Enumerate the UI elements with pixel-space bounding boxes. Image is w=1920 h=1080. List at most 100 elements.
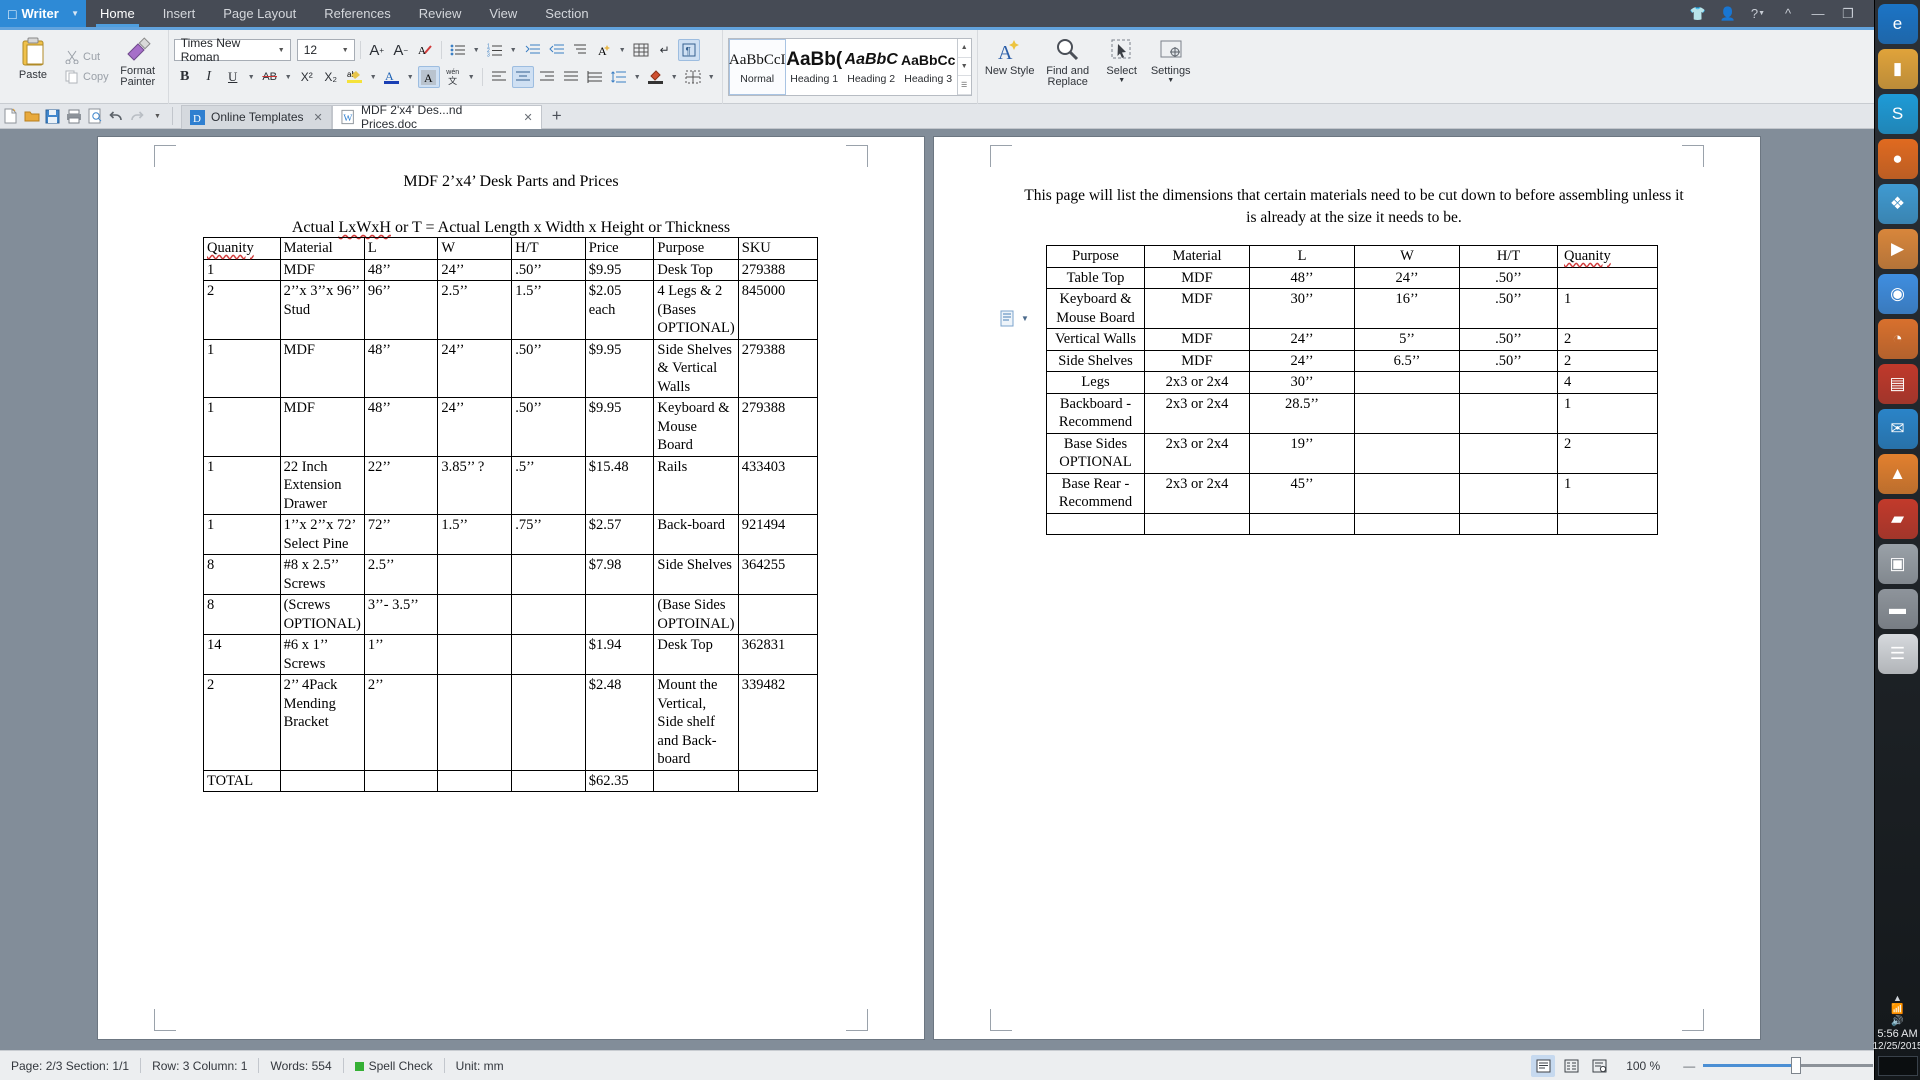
- tab-home[interactable]: Home: [86, 0, 149, 27]
- table-cell[interactable]: 1: [203, 514, 281, 555]
- parts-and-prices-table[interactable]: Quanity Material L W H/T Price Purpose SKU 1 MDF 4…: [203, 237, 819, 792]
- word-count[interactable]: Words: 554: [259, 1059, 342, 1073]
- table-cell[interactable]: 2’’x 3’’x 96’’ Stud: [279, 280, 365, 340]
- zoom-slider[interactable]: — +: [1683, 1057, 1890, 1074]
- table-cell[interactable]: [584, 594, 655, 635]
- cut-button[interactable]: Cut: [61, 47, 113, 67]
- chevron-down-icon[interactable]: ▼: [1021, 314, 1029, 323]
- table-cell[interactable]: [737, 769, 819, 792]
- table-cell[interactable]: 48’’: [363, 338, 439, 398]
- table-cell[interactable]: 24’’: [437, 397, 513, 457]
- chevron-down-icon[interactable]: ▼: [617, 39, 628, 61]
- print-icon[interactable]: [63, 105, 84, 127]
- cursor-position[interactable]: Row: 3 Column: 1: [141, 1059, 258, 1073]
- table-cell[interactable]: 28.5’’: [1249, 392, 1355, 434]
- style-heading-2[interactable]: AaBbC Heading 2: [843, 39, 900, 95]
- table-cell[interactable]: 1: [203, 455, 281, 515]
- table-cell[interactable]: 2: [203, 280, 281, 340]
- table-cell[interactable]: MDF: [279, 338, 365, 398]
- highlight-color-button[interactable]: ab: [344, 66, 366, 88]
- edge-icon[interactable]: e: [1877, 4, 1918, 44]
- table-cell[interactable]: 6.5’’: [1354, 349, 1460, 372]
- table-cell[interactable]: Base Sides OPTIONAL: [1046, 432, 1145, 474]
- table-cell[interactable]: [1459, 472, 1558, 514]
- mail-icon[interactable]: ✉: [1877, 409, 1918, 449]
- increase-indent-icon[interactable]: [545, 39, 567, 61]
- table-cell[interactable]: MDF: [1144, 266, 1250, 289]
- table-cell[interactable]: $9.95: [584, 397, 655, 457]
- table-cell[interactable]: .75’’: [511, 514, 586, 555]
- new-tab-button[interactable]: +: [542, 106, 572, 126]
- print-layout-icon[interactable]: [1531, 1054, 1556, 1077]
- table-cell[interactable]: 48’’: [363, 397, 439, 457]
- table-cell[interactable]: 921494: [737, 514, 819, 555]
- table-cell[interactable]: [1557, 512, 1658, 535]
- table-cell[interactable]: .50’’: [511, 258, 586, 281]
- table-cell[interactable]: [511, 769, 586, 792]
- network-icon[interactable]: 📶: [1891, 1004, 1903, 1015]
- table-cell[interactable]: .50’’: [1459, 328, 1558, 351]
- table-cell[interactable]: 1: [1557, 392, 1658, 434]
- table-cell[interactable]: [1459, 512, 1558, 535]
- table-cell[interactable]: 4: [1557, 371, 1658, 394]
- distribute-icon[interactable]: [584, 66, 606, 88]
- new-style-button[interactable]: A New Style: [983, 33, 1037, 99]
- zoom-thumb[interactable]: [1791, 1057, 1802, 1074]
- table-cell[interactable]: [437, 634, 513, 675]
- settings-button[interactable]: Settings ▼: [1145, 33, 1197, 99]
- table-cell[interactable]: [437, 554, 513, 595]
- table-cell[interactable]: 339482: [737, 674, 819, 771]
- table-cell[interactable]: [437, 769, 513, 792]
- table-cell[interactable]: (Base Sides OPTOINAL): [653, 594, 739, 635]
- store-icon[interactable]: ▤: [1877, 364, 1918, 404]
- table-cell[interactable]: 1: [203, 258, 281, 281]
- document-canvas[interactable]: MDF 2’x4’ Desk Parts and Prices Actual L…: [0, 129, 1898, 1050]
- borders-icon[interactable]: [682, 66, 704, 88]
- print-preview-icon[interactable]: [84, 105, 105, 127]
- outline-icon[interactable]: [1559, 1055, 1583, 1077]
- web-layout-icon[interactable]: [1587, 1055, 1611, 1077]
- tab-view[interactable]: View: [475, 0, 531, 27]
- ubuntu-icon[interactable]: ◔: [1877, 319, 1918, 359]
- phonetic-guide-button[interactable]: wén 文: [442, 66, 464, 88]
- doc-tab-online-templates[interactable]: D Online Templates ✕: [181, 104, 332, 129]
- zoom-level[interactable]: 100 %: [1615, 1059, 1671, 1073]
- table-cell[interactable]: 19’’: [1249, 432, 1355, 474]
- table-cell[interactable]: 24’’: [1249, 349, 1355, 372]
- table-cell[interactable]: Side Shelves: [1046, 349, 1145, 372]
- format-painter-button[interactable]: Format Painter: [113, 33, 163, 99]
- zoom-track[interactable]: [1703, 1057, 1874, 1074]
- table-cell[interactable]: [1046, 512, 1145, 535]
- pdf-reader-icon[interactable]: ▰: [1877, 499, 1918, 539]
- table-cell[interactable]: 16’’: [1354, 288, 1460, 329]
- table-cell[interactable]: 72’’: [363, 514, 439, 555]
- select-button[interactable]: Select ▼: [1099, 33, 1145, 99]
- table-cell[interactable]: 1’’: [363, 634, 439, 675]
- table-header-cell[interactable]: Material: [1144, 245, 1250, 268]
- style-normal[interactable]: AaBbCcI Normal: [728, 39, 786, 95]
- table-header-cell[interactable]: W: [1354, 245, 1460, 268]
- table-cell[interactable]: [1354, 432, 1460, 474]
- table-cell[interactable]: 2.5’’: [363, 554, 439, 595]
- table-cell[interactable]: [1459, 432, 1558, 474]
- table-cell[interactable]: [511, 594, 586, 635]
- table-cell[interactable]: Side Shelves: [653, 554, 739, 595]
- clear-formatting-icon[interactable]: A: [414, 39, 436, 61]
- save-icon[interactable]: [42, 105, 63, 127]
- table-cell[interactable]: MDF: [1144, 288, 1250, 329]
- table-cell[interactable]: (Screws OPTIONAL): [279, 594, 365, 635]
- table-cell[interactable]: [1354, 472, 1460, 514]
- chevron-down-icon[interactable]: ▼: [471, 39, 482, 61]
- justify-icon[interactable]: [560, 66, 582, 88]
- superscript-button[interactable]: X²: [296, 66, 318, 88]
- expand-gallery-icon[interactable]: ☰: [957, 76, 971, 96]
- paragraph-marks-toggle[interactable]: ¶: [677, 39, 700, 61]
- photos-icon[interactable]: ❖: [1877, 184, 1918, 224]
- table-cell[interactable]: 279388: [737, 338, 819, 398]
- table-cell[interactable]: 1.5’’: [511, 280, 586, 340]
- table-cell[interactable]: #8 x 2.5’’ Screws: [279, 554, 365, 595]
- chevron-down-icon[interactable]: ▼: [706, 66, 717, 88]
- table-header-cell[interactable]: Purpose: [1046, 245, 1145, 268]
- table-cell[interactable]: 3’’- 3.5’’: [363, 594, 439, 635]
- chevron-down-icon[interactable]: ▼: [405, 66, 416, 88]
